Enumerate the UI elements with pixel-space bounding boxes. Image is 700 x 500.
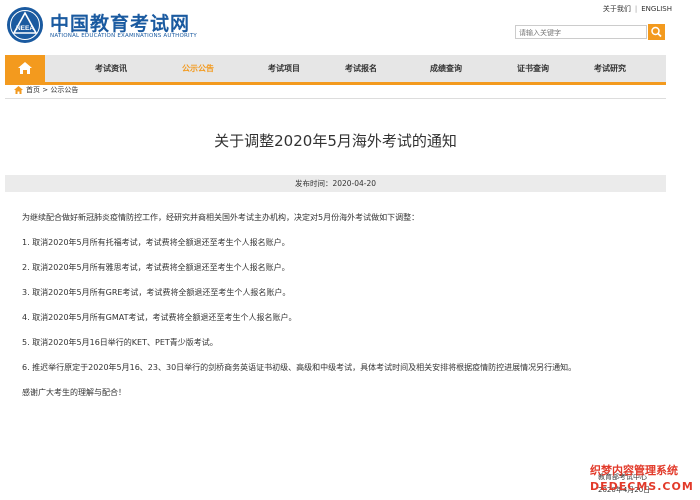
article-item-5: 5. 取消2020年5月16日举行的KET、PET青少版考试。 xyxy=(22,338,218,347)
emblem-text: NEEA xyxy=(16,25,34,32)
nav-home-button[interactable] xyxy=(5,55,45,82)
site-header: NEEA 中国教育考试网 NATIONAL EDUCATION EXAMINAT… xyxy=(0,0,700,52)
nav-item-registration[interactable]: 考试报名 xyxy=(345,55,377,82)
search-input[interactable]: 请输入关键字 xyxy=(515,25,647,39)
nav-item-exam-programs[interactable]: 考试项目 xyxy=(268,55,300,82)
site-logo-title[interactable]: 中国教育考试网 xyxy=(50,9,190,36)
site-logo-subtitle: NATIONAL EDUCATION EXAMINATIONS AUTHORIT… xyxy=(50,33,197,39)
breadcrumb-home-icon xyxy=(14,86,23,94)
article-item-6: 6. 推迟举行原定于2020年5月16、23、30日举行的剑桥商务英语证书初级、… xyxy=(22,363,577,372)
breadcrumb-divider xyxy=(5,98,666,99)
breadcrumb-current-link[interactable]: 公示公告 xyxy=(50,86,78,94)
nav-item-announcements[interactable]: 公示公告 xyxy=(182,55,214,82)
watermark-line-2: DEDECMS.COM xyxy=(590,480,694,493)
search-button[interactable] xyxy=(648,24,665,40)
article-item-4: 4. 取消2020年5月所有GMAT考试，考试费将全额退还至考生个人报名账户。 xyxy=(22,313,297,322)
top-links: 关于我们 | ENGLISH xyxy=(603,4,672,14)
publish-date-bar: 发布时间：2020-04-20 xyxy=(5,175,666,192)
article-title: 关于调整2020年5月海外考试的通知 xyxy=(214,132,457,150)
neea-emblem-icon[interactable]: NEEA xyxy=(6,6,44,44)
nav-item-exam-news[interactable]: 考试资讯 xyxy=(95,55,127,82)
english-link[interactable]: ENGLISH xyxy=(641,5,672,13)
article-item-1: 1. 取消2020年5月所有托福考试，考试费将全额退还至考生个人报名账户。 xyxy=(22,238,290,247)
breadcrumb-home-link[interactable]: 首页 xyxy=(26,86,40,94)
about-us-link[interactable]: 关于我们 xyxy=(603,5,631,13)
nav-item-certificate-query[interactable]: 证书查询 xyxy=(517,55,549,82)
main-nav: 考试资讯 公示公告 考试项目 考试报名 成绩查询 证书查询 考试研究 xyxy=(5,55,666,85)
nav-item-exam-research[interactable]: 考试研究 xyxy=(594,55,626,82)
article-item-2: 2. 取消2020年5月所有雅思考试，考试费将全额退还至考生个人报名账户。 xyxy=(22,263,290,272)
article-closing: 感谢广大考生的理解与配合！ xyxy=(22,388,126,397)
home-icon xyxy=(18,62,32,74)
watermark-line-1: 织梦内容管理系统 xyxy=(590,464,678,477)
link-separator: | xyxy=(634,5,638,13)
breadcrumb-separator: > xyxy=(42,86,49,94)
breadcrumb: 首页 > 公示公告 xyxy=(14,85,78,95)
watermark: 织梦内容管理系统 DEDECMS.COM xyxy=(590,462,695,498)
search-icon xyxy=(651,26,662,38)
article-item-3: 3. 取消2020年5月所有GRE考试，考试费将全额退还至考生个人报名账户。 xyxy=(22,288,291,297)
article-intro: 为继续配合做好新冠肺炎疫情防控工作，经研究并商相关国外考试主办机构，决定对5月份… xyxy=(22,213,420,222)
nav-item-score-query[interactable]: 成绩查询 xyxy=(430,55,462,82)
